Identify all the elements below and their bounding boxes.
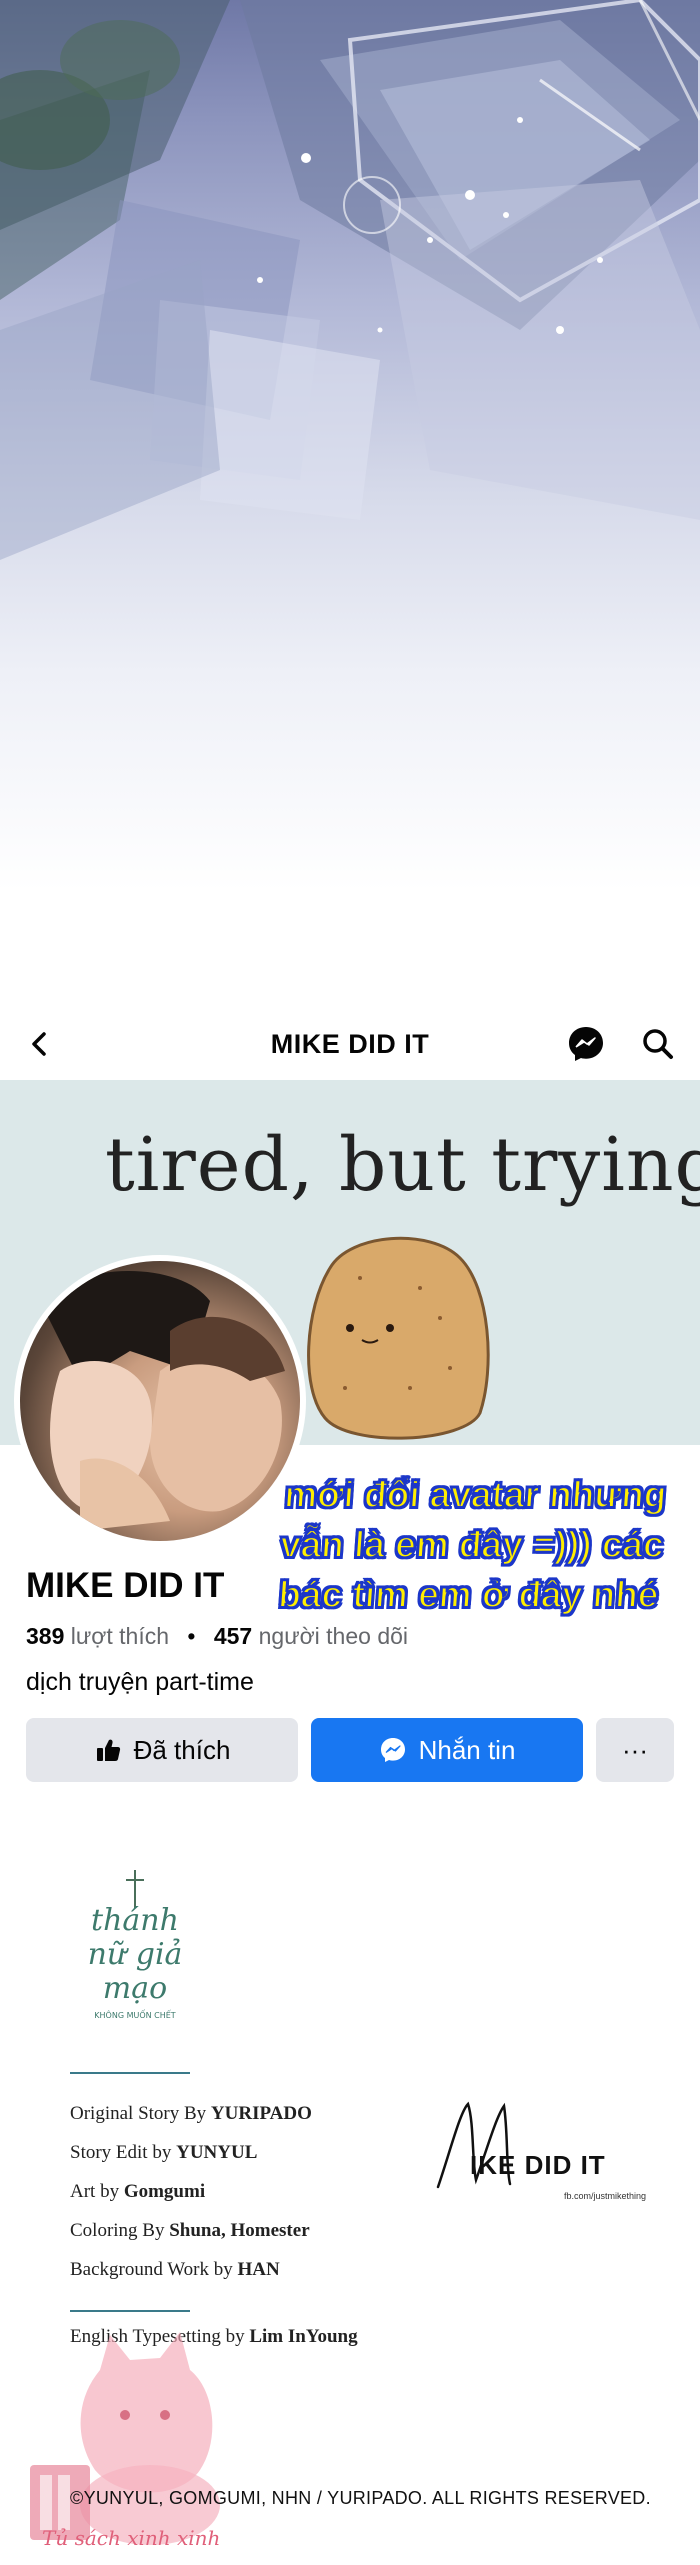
search-icon[interactable] (640, 1026, 676, 1062)
hero-artwork (0, 0, 700, 560)
credits-list: Original Story By YURIPADO Story Edit by… (70, 2094, 312, 2289)
logo-line: thánh (91, 1903, 179, 1938)
credit-label: Coloring By (70, 2220, 165, 2241)
messenger-icon (380, 1738, 405, 1762)
cat-watermark (30, 2332, 220, 2545)
signature-m (436, 2101, 512, 2189)
credit-value: Gomgumi (123, 2181, 206, 2202)
credit-row: Story Edit by YUNYUL (70, 2133, 312, 2172)
caption-overlay: mới đổi avatar nhưng vẫn là em đây =))) … (257, 1470, 687, 1620)
likes-count: 389 (26, 1623, 65, 1649)
logo-subtitle: KHÔNG MUỐN CHẾT (94, 2008, 176, 2020)
watermark-text: Tủ sách xinh xinh (42, 2526, 221, 2550)
more-icon: ··· (622, 1734, 648, 1765)
series-logo: thánh nữ giả mạo KHÔNG MUỐN CHẾT (88, 1870, 183, 2020)
caption-line: bác tìm em ở đây nhé (276, 1573, 661, 1616)
divider (70, 2310, 190, 2312)
messenger-icon[interactable] (566, 1024, 606, 1064)
signature-text: IKE DID IT (470, 2150, 606, 2180)
liked-button[interactable]: Đã thích (26, 1718, 298, 1782)
more-options-button[interactable]: ··· (596, 1718, 674, 1782)
credit-label: Story Edit by (70, 2142, 172, 2163)
credit-value: Shuna, Homester (169, 2220, 310, 2241)
credit-row: Background Work by HAN (70, 2250, 312, 2289)
logo-line: mạo (103, 1971, 167, 2006)
copyright-notice: ©YUNYUL, GOMGUMI, NHN / YURIPADO. ALL RI… (70, 2488, 651, 2508)
fb-page-header: MIKE DID IT (0, 1008, 700, 1080)
credit-row: Coloring By Shuna, Homester (70, 2211, 312, 2250)
followers-count: 457 (213, 1623, 253, 1649)
credit-value: YURIPADO (210, 2103, 312, 2124)
page-name: MIKE DID IT (26, 1566, 225, 1605)
chevron-left-icon[interactable] (22, 1026, 58, 1062)
signature-url: fb.com/justmikething (564, 2191, 647, 2201)
credit-label: Art by (70, 2181, 120, 2202)
hero-illustration (0, 0, 700, 990)
logo-line: nữ giả (88, 1937, 183, 1972)
cover-text: tired, but trying (105, 1122, 700, 1208)
caption-line: vẫn là em đây =))) các (278, 1523, 666, 1566)
credit-value: Lim InYoung (249, 2326, 358, 2347)
page-stats: 389 lượt thích • 457 người theo dõi (26, 1623, 408, 1650)
credit-row: Original Story By YURIPADO (70, 2094, 312, 2133)
page-bio: dịch truyện part-time (26, 1668, 254, 1696)
page-title: MIKE DID IT (270, 1028, 430, 1059)
avatar-image (20, 1261, 300, 1541)
credit-label: Background Work by (70, 2259, 233, 2280)
credit-value: HAN (237, 2259, 280, 2280)
stats-separator: • (187, 1623, 196, 1649)
avatar[interactable] (14, 1255, 306, 1547)
likes-label: lượt thích (70, 1623, 169, 1649)
message-button[interactable]: Nhắn tin (311, 1718, 583, 1782)
credit-value: YUNYUL (176, 2142, 258, 2163)
divider (70, 2072, 190, 2074)
credit-row: Art by Gomgumi (70, 2172, 312, 2211)
potato-illustration (307, 1236, 490, 1440)
message-button-label: Nhắn tin (418, 1734, 516, 1765)
credit-label: Original Story By (70, 2103, 207, 2124)
caption-line: mới đổi avatar nhưng (282, 1473, 669, 1516)
followers-label: người theo dõi (258, 1623, 409, 1649)
liked-button-label: Đã thích (133, 1734, 231, 1765)
thumbs-up-icon (96, 1739, 120, 1761)
